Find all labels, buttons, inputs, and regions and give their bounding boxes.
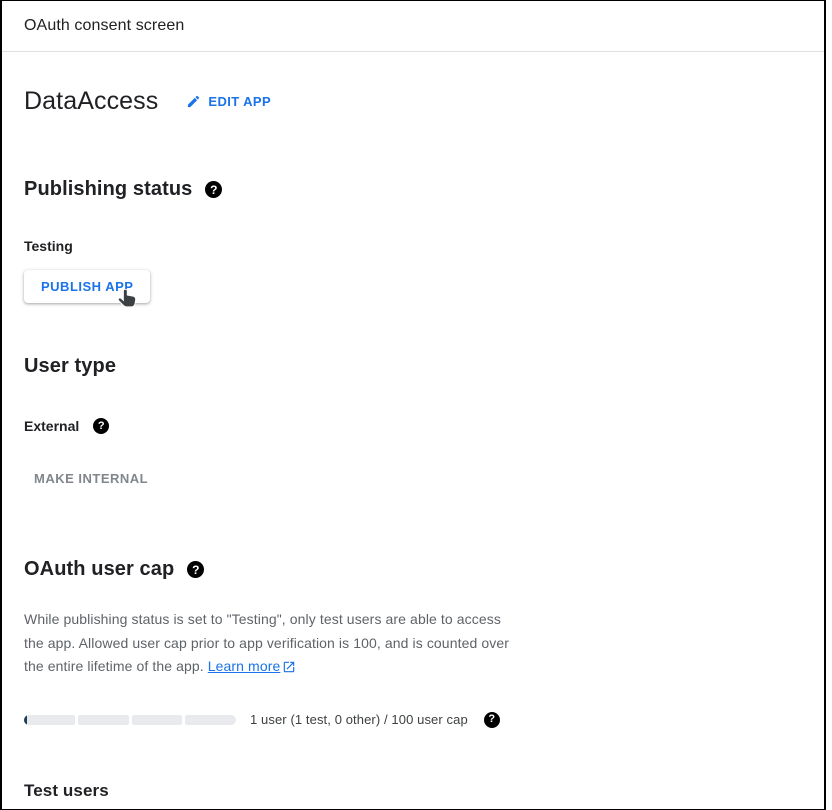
page-title: OAuth consent screen [24, 17, 184, 35]
help-icon[interactable]: ? [205, 181, 222, 198]
user-cap-progress-bar [24, 715, 236, 725]
progress-segment [185, 715, 236, 725]
make-internal-button[interactable]: MAKE INTERNAL [18, 462, 164, 495]
test-users-heading: Test users [24, 781, 802, 801]
description-line: the app. Allowed user cap prior to app v… [24, 632, 802, 656]
publish-app-button[interactable]: PUBLISH APP [24, 270, 150, 303]
user-type-row: External ? [24, 418, 802, 434]
oauth-user-cap-heading: OAuth user cap ? [24, 558, 802, 581]
help-icon[interactable]: ? [484, 712, 500, 728]
test-users-heading-text: Test users [24, 781, 109, 801]
page-header: OAuth consent screen [2, 1, 824, 52]
learn-more-label: Learn more [208, 655, 281, 679]
pencil-icon [186, 94, 201, 109]
app-title-row: DataAccess EDIT APP [24, 87, 802, 116]
publishing-status-heading-text: Publishing status [24, 178, 192, 201]
oauth-user-cap-heading-text: OAuth user cap [24, 558, 174, 581]
user-cap-description: While publishing status is set to "Testi… [24, 608, 802, 679]
help-icon[interactable]: ? [187, 561, 204, 578]
open-in-new-icon [282, 660, 296, 674]
progress-segment [24, 715, 75, 725]
user-type-value: External [24, 418, 79, 434]
app-name: DataAccess [24, 87, 158, 116]
progress-segment [132, 715, 183, 725]
user-type-heading-text: User type [24, 355, 116, 378]
edit-app-button[interactable]: EDIT APP [186, 94, 271, 109]
user-type-heading: User type [24, 355, 802, 378]
help-icon[interactable]: ? [93, 418, 109, 434]
oauth-consent-page: OAuth consent screen DataAccess EDIT APP… [0, 0, 826, 810]
publishing-status-value: Testing [24, 238, 802, 254]
publishing-status-heading: Publishing status ? [24, 178, 802, 201]
user-cap-usage-text: 1 user (1 test, 0 other) / 100 user cap [250, 712, 468, 727]
user-cap-usage-row: 1 user (1 test, 0 other) / 100 user cap … [24, 712, 802, 728]
progress-fill [24, 715, 27, 725]
description-line: the entire lifetime of the app. Learn mo… [24, 655, 802, 679]
progress-segment [78, 715, 129, 725]
edit-app-label: EDIT APP [208, 94, 271, 109]
description-line: While publishing status is set to "Testi… [24, 608, 802, 632]
page-content: DataAccess EDIT APP Publishing status ? … [2, 87, 824, 801]
learn-more-link[interactable]: Learn more [208, 655, 297, 679]
